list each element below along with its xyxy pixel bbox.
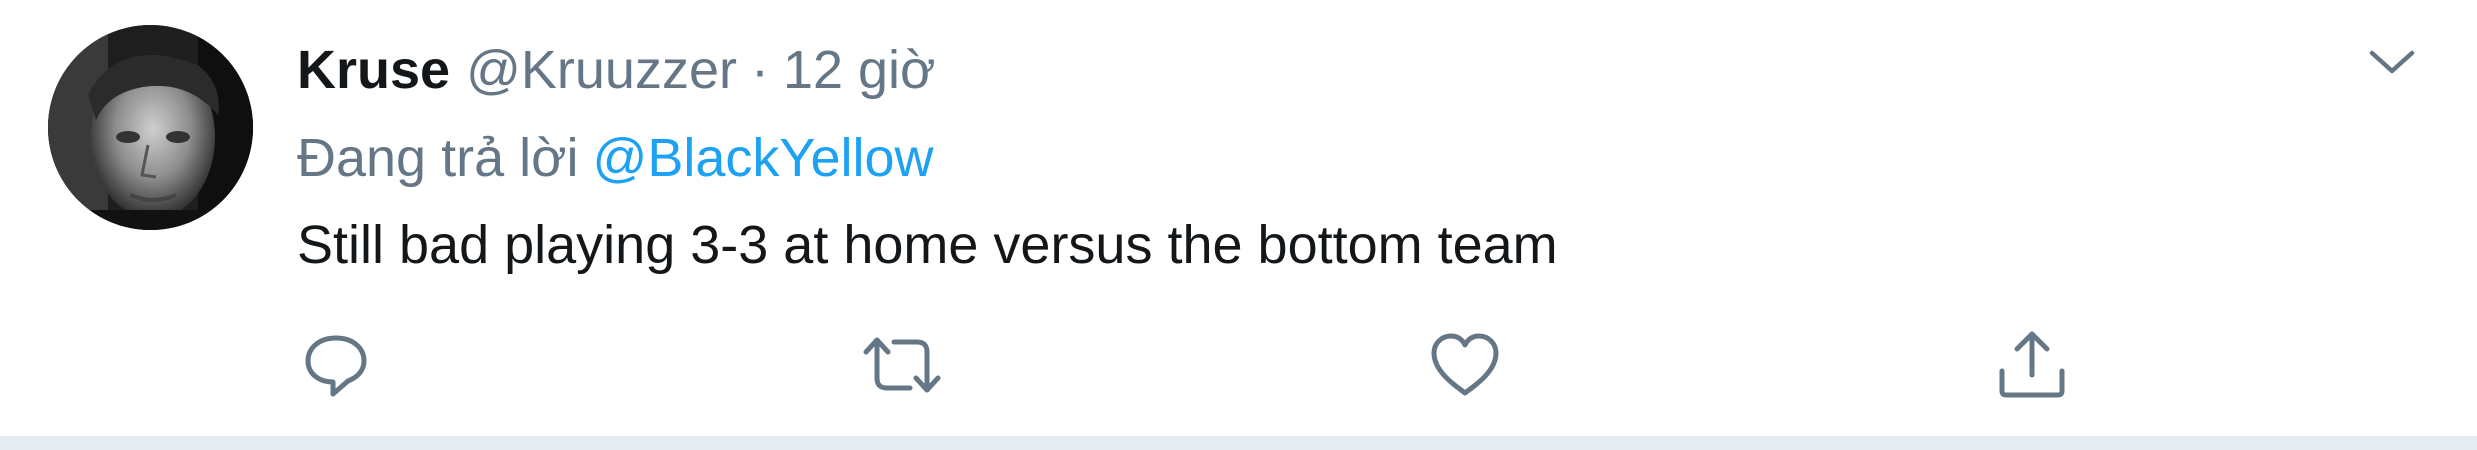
retweet-icon [862, 330, 942, 400]
share-button[interactable] [1992, 325, 2072, 405]
avatar[interactable] [48, 25, 253, 230]
heart-icon [1429, 332, 1501, 398]
replying-to-label: Đang trả lời [297, 128, 579, 188]
replying-to: Đang trả lời @BlackYellow [297, 120, 934, 196]
share-icon [1996, 329, 2068, 401]
separator-dot: · [750, 40, 769, 100]
reply-bubble-icon [301, 330, 371, 400]
tweet-header: Kruse @Kruuzzer · 12 giờ [297, 30, 935, 110]
like-button[interactable] [1425, 325, 1505, 405]
reply-button[interactable] [296, 325, 376, 405]
more-options-button[interactable] [2352, 28, 2432, 100]
replying-to-handle-link[interactable]: @BlackYellow [593, 127, 934, 189]
tweet-text: Still bad playing 3-3 at home versus the… [297, 215, 1558, 275]
tweet-divider [0, 436, 2477, 450]
author-name[interactable]: Kruse [297, 39, 450, 101]
tweet-card[interactable]: Kruse @Kruuzzer · 12 giờ Đang trả lời @B… [0, 0, 2477, 436]
timestamp[interactable]: 12 giờ [783, 39, 936, 101]
chevron-down-icon [2367, 47, 2417, 82]
author-handle[interactable]: @Kruuzzer [466, 39, 737, 101]
retweet-button[interactable] [862, 325, 942, 405]
